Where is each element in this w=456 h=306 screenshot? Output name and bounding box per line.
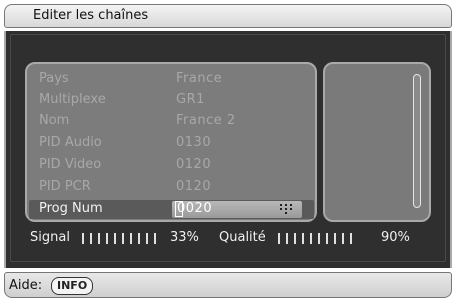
info-key-button[interactable]: INFO — [51, 277, 94, 295]
level-tick — [114, 233, 116, 244]
level-tick — [106, 233, 108, 244]
level-tick — [310, 233, 312, 244]
level-tick — [326, 233, 328, 244]
level-tick — [122, 233, 124, 244]
signal-percent: 33% — [170, 230, 199, 245]
page-title: Editer les chaînes — [33, 8, 149, 23]
level-tick — [278, 233, 280, 244]
field-label: Nom — [39, 113, 70, 128]
field-row-multiplexe[interactable]: Multiplexe GR1 — [39, 91, 309, 111]
level-tick — [138, 233, 140, 244]
signal-label: Signal — [30, 230, 70, 245]
level-tick — [154, 233, 156, 244]
signal-level-bars — [82, 233, 162, 244]
field-value: France 2 — [176, 113, 236, 128]
field-value: 0120 — [176, 179, 212, 194]
field-label: PID Audio — [39, 135, 102, 150]
scrollbar[interactable] — [413, 74, 421, 208]
channel-info-panel: Pays France Multiplexe GR1 Nom France 2 … — [25, 62, 317, 222]
level-tick — [302, 233, 304, 244]
level-tick — [286, 233, 288, 244]
field-label: PID PCR — [39, 179, 91, 194]
field-row-nom[interactable]: Nom France 2 — [39, 112, 309, 132]
quality-label: Qualité — [219, 230, 266, 245]
level-tick — [350, 233, 352, 244]
field-row-pays[interactable]: Pays France — [39, 70, 309, 90]
help-label: Aide: — [9, 278, 43, 293]
level-tick — [98, 233, 100, 244]
text-cursor — [175, 201, 183, 217]
quality-level-bars — [278, 233, 358, 244]
level-tick — [146, 233, 148, 244]
field-label: Prog Num — [39, 201, 103, 216]
field-row-prog-num[interactable]: Prog Num 0020 — [29, 200, 314, 219]
numeric-keypad-icon — [280, 204, 292, 214]
level-tick — [318, 233, 320, 244]
field-value: France — [176, 71, 223, 86]
field-row-pid-audio[interactable]: PID Audio 0130 — [39, 134, 309, 154]
field-label: Pays — [39, 71, 69, 86]
help-bar: Aide: INFO — [4, 272, 452, 298]
field-value: 0120 — [176, 157, 212, 172]
level-tick — [294, 233, 296, 244]
title-bar: Editer les chaînes — [4, 4, 452, 28]
level-tick — [342, 233, 344, 244]
channel-edit-screen: Editer les chaînes Pays France Multiplex… — [0, 0, 456, 306]
field-label: Multiplexe — [39, 92, 106, 107]
field-label: PID Video — [39, 157, 102, 172]
level-tick — [82, 233, 84, 244]
field-row-pid-pcr[interactable]: PID PCR 0120 — [39, 178, 309, 198]
field-value: 0130 — [176, 135, 212, 150]
level-tick — [90, 233, 92, 244]
field-row-pid-video[interactable]: PID Video 0120 — [39, 156, 309, 176]
level-tick — [130, 233, 132, 244]
side-preview-panel — [323, 62, 431, 222]
quality-percent: 90% — [381, 230, 410, 245]
level-tick — [334, 233, 336, 244]
field-value: GR1 — [176, 92, 205, 107]
